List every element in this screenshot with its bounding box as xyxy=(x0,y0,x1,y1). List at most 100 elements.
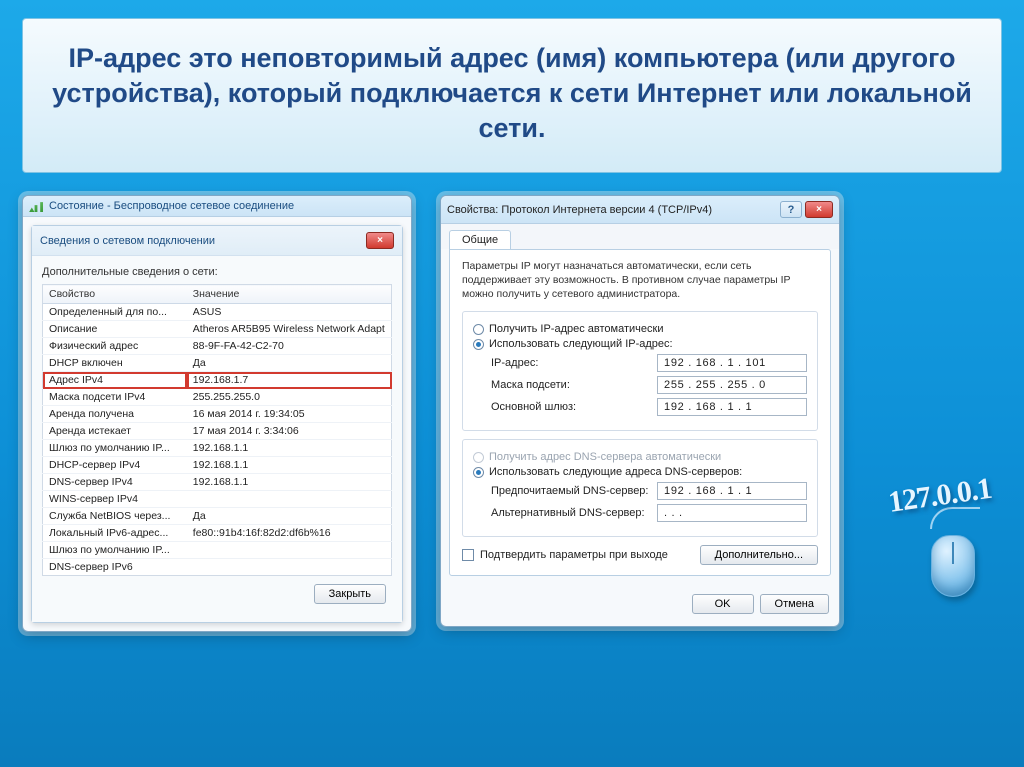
table-row[interactable]: Аренда истекает17 мая 2014 г. 3:34:06 xyxy=(43,423,392,440)
table-row[interactable]: DHCP-сервер IPv4192.168.1.1 xyxy=(43,457,392,474)
prop-name: Определенный для по... xyxy=(43,304,187,321)
details-dialog: Сведения о сетевом подключении × Дополни… xyxy=(31,225,403,623)
tab-panel-general: Параметры IP могут назначаться автоматич… xyxy=(449,249,831,576)
field-gateway: Основной шлюз: 192 . 168 . 1 . 1 xyxy=(491,398,807,416)
field-mask-label: Маска подсети: xyxy=(491,379,651,391)
table-row[interactable]: Адрес IPv4192.168.1.7 xyxy=(43,372,392,389)
prop-name: Служба NetBIOS через... xyxy=(43,508,187,525)
radio-auto-dns-label: Получить адрес DNS-сервера автоматически xyxy=(489,451,721,463)
radio-manual-dns[interactable]: Использовать следующие адреса DNS-сервер… xyxy=(473,466,807,478)
radio-auto-dns[interactable]: Получить адрес DNS-сервера автоматически xyxy=(473,451,807,463)
confirm-on-exit-row[interactable]: Подтвердить параметры при выходе Дополни… xyxy=(462,545,818,565)
ip-hint: Параметры IP могут назначаться автоматич… xyxy=(462,260,818,301)
table-row[interactable]: Локальный IPv6-адрес...fe80::91b4:16f:82… xyxy=(43,525,392,542)
table-row[interactable]: DHCP включенДа xyxy=(43,355,392,372)
prop-name: DNS-сервер IPv6 xyxy=(43,559,187,576)
wifi-icon xyxy=(29,200,43,212)
status-window-titlebar[interactable]: Состояние - Беспроводное сетевое соедине… xyxy=(23,196,411,217)
table-row[interactable]: Служба NetBIOS через...Да xyxy=(43,508,392,525)
prop-value: 192.168.1.1 xyxy=(187,440,392,457)
prop-name: Шлюз по умолчанию IP... xyxy=(43,440,187,457)
prop-name: Адрес IPv4 xyxy=(43,372,187,389)
prop-name: Описание xyxy=(43,321,187,338)
prop-value: 88-9F-FA-42-C2-70 xyxy=(187,338,392,355)
mask-input[interactable]: 255 . 255 . 255 . 0 xyxy=(657,376,807,394)
field-dns2: Альтернативный DNS-сервер: . . . xyxy=(491,504,807,522)
prop-name: Аренда получена xyxy=(43,406,187,423)
radio-auto-ip-label: Получить IP-адрес автоматически xyxy=(489,323,663,335)
dns2-input[interactable]: . . . xyxy=(657,504,807,522)
field-gateway-label: Основной шлюз: xyxy=(491,401,651,413)
radio-auto-ip[interactable]: Получить IP-адрес автоматически xyxy=(473,323,807,335)
prop-name: WINS-сервер IPv4 xyxy=(43,491,187,508)
properties-table: Свойство Значение Определенный для по...… xyxy=(42,284,392,576)
prop-value: 17 мая 2014 г. 3:34:06 xyxy=(187,423,392,440)
prop-name: Шлюз по умолчанию IP... xyxy=(43,542,187,559)
tab-general[interactable]: Общие xyxy=(449,230,511,249)
details-desc: Дополнительные сведения о сети: xyxy=(42,266,392,278)
prop-name: Физический адрес xyxy=(43,338,187,355)
prop-value: Да xyxy=(187,355,392,372)
radio-manual-ip-label: Использовать следующий IP-адрес: xyxy=(489,338,673,350)
ipv4-window-titlebar[interactable]: Свойства: Протокол Интернета версии 4 (T… xyxy=(441,196,839,224)
ipv4-properties-window: Свойства: Протокол Интернета версии 4 (T… xyxy=(440,195,840,627)
prop-name: DHCP-сервер IPv4 xyxy=(43,457,187,474)
prop-name: DNS-сервер IPv4 xyxy=(43,474,187,491)
table-row[interactable]: Шлюз по умолчанию IP... xyxy=(43,542,392,559)
field-ip: IP-адрес: 192 . 168 . 1 . 101 xyxy=(491,354,807,372)
prop-value: ASUS xyxy=(187,304,392,321)
prop-value xyxy=(187,542,392,559)
field-dns1-label: Предпочитаемый DNS-сервер: xyxy=(491,485,651,497)
close-button[interactable]: × xyxy=(366,232,394,249)
table-row[interactable]: Определенный для по...ASUS xyxy=(43,304,392,321)
status-window: Состояние - Беспроводное сетевое соедине… xyxy=(22,195,412,632)
ip-group: Получить IP-адрес автоматически Использо… xyxy=(462,311,818,431)
col-property[interactable]: Свойство xyxy=(43,285,187,304)
field-dns2-label: Альтернативный DNS-сервер: xyxy=(491,507,651,519)
field-ip-label: IP-адрес: xyxy=(491,357,651,369)
radio-icon xyxy=(473,467,484,478)
status-window-title: Состояние - Беспроводное сетевое соедине… xyxy=(49,200,405,212)
table-row[interactable]: Физический адрес88-9F-FA-42-C2-70 xyxy=(43,338,392,355)
table-row[interactable]: Маска подсети IPv4255.255.255.0 xyxy=(43,389,392,406)
dns1-input[interactable]: 192 . 168 . 1 . 1 xyxy=(657,482,807,500)
prop-name: Локальный IPv6-адрес... xyxy=(43,525,187,542)
radio-icon xyxy=(473,452,484,463)
prop-value: fe80::91b4:16f:82d2:df6b%16 xyxy=(187,525,392,542)
prop-value: Да xyxy=(187,508,392,525)
gateway-input[interactable]: 192 . 168 . 1 . 1 xyxy=(657,398,807,416)
table-row[interactable]: WINS-сервер IPv4 xyxy=(43,491,392,508)
prop-value xyxy=(187,559,392,576)
advanced-button[interactable]: Дополнительно... xyxy=(700,545,818,565)
close-details-button[interactable]: Закрыть xyxy=(314,584,386,604)
table-row[interactable]: Аренда получена16 мая 2014 г. 19:34:05 xyxy=(43,406,392,423)
prop-name: DHCP включен xyxy=(43,355,187,372)
col-value[interactable]: Значение xyxy=(187,285,392,304)
details-dialog-title: Сведения о сетевом подключении xyxy=(40,235,215,247)
prop-value: 16 мая 2014 г. 19:34:05 xyxy=(187,406,392,423)
prop-value: 255.255.255.0 xyxy=(187,389,392,406)
help-button[interactable]: ? xyxy=(780,201,802,218)
prop-name: Маска подсети IPv4 xyxy=(43,389,187,406)
field-dns1: Предпочитаемый DNS-сервер: 192 . 168 . 1… xyxy=(491,482,807,500)
radio-manual-ip[interactable]: Использовать следующий IP-адрес: xyxy=(473,338,807,350)
prop-value: 192.168.1.1 xyxy=(187,474,392,491)
field-mask: Маска подсети: 255 . 255 . 255 . 0 xyxy=(491,376,807,394)
table-row[interactable]: Шлюз по умолчанию IP...192.168.1.1 xyxy=(43,440,392,457)
ipv4-window-title: Свойства: Протокол Интернета версии 4 (T… xyxy=(447,204,712,216)
prop-value: 192.168.1.1 xyxy=(187,457,392,474)
slide-title: IP-адрес это неповторимый адрес (имя) ко… xyxy=(22,18,1002,173)
checkbox-icon xyxy=(462,549,474,561)
cancel-button[interactable]: Отмена xyxy=(760,594,829,614)
ok-button[interactable]: OK xyxy=(692,594,754,614)
table-row[interactable]: ОписаниеAtheros AR5B95 Wireless Network … xyxy=(43,321,392,338)
ipv4-close-button[interactable]: × xyxy=(805,201,833,218)
confirm-on-exit-label: Подтвердить параметры при выходе xyxy=(480,549,668,561)
prop-value xyxy=(187,491,392,508)
table-row[interactable]: DNS-сервер IPv4192.168.1.1 xyxy=(43,474,392,491)
details-dialog-titlebar[interactable]: Сведения о сетевом подключении × xyxy=(32,226,402,256)
table-row[interactable]: DNS-сервер IPv6 xyxy=(43,559,392,576)
ip-input[interactable]: 192 . 168 . 1 . 101 xyxy=(657,354,807,372)
dns-group: Получить адрес DNS-сервера автоматически… xyxy=(462,439,818,537)
radio-icon xyxy=(473,339,484,350)
